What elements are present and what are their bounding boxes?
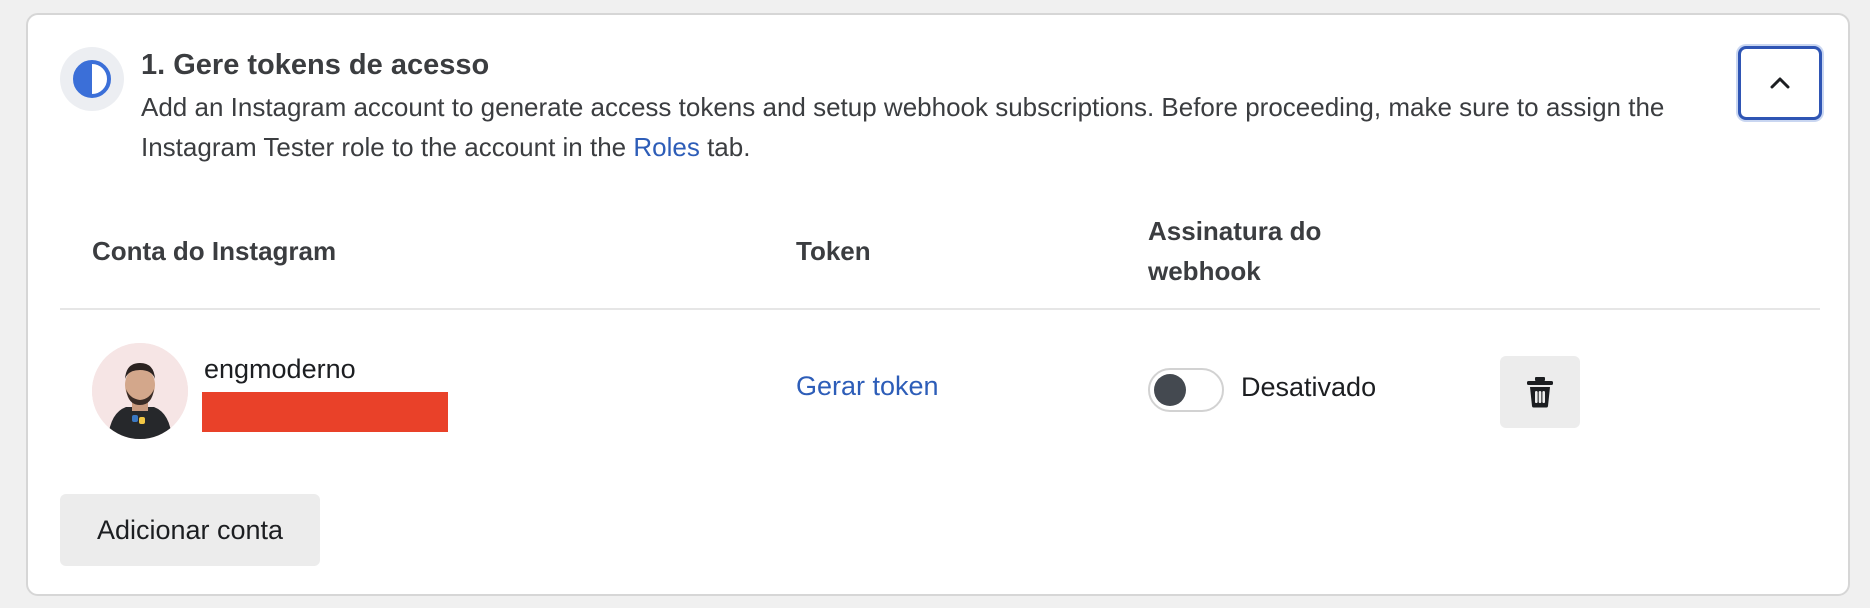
- description-text-start: Add an Instagram account to generate acc…: [141, 92, 1665, 162]
- table-divider: [60, 308, 1820, 310]
- column-header-webhook: Assinatura do webhook: [1148, 216, 1322, 286]
- column-header-account: Conta do Instagram: [92, 236, 337, 266]
- column-header-token: Token: [796, 236, 871, 266]
- description-text-end: tab.: [699, 132, 751, 162]
- generate-token-link[interactable]: Gerar token: [796, 371, 939, 402]
- toggle-knob: [1154, 374, 1186, 406]
- avatar: [92, 343, 188, 439]
- webhook-toggle[interactable]: [1148, 368, 1224, 412]
- half-circle-progress-icon: [60, 47, 124, 111]
- access-tokens-card: 1. Gere tokens de acesso Add an Instagra…: [26, 13, 1850, 596]
- redacted-account-id: [202, 392, 448, 432]
- chevron-up-icon: [1770, 77, 1790, 89]
- collapse-button[interactable]: [1738, 46, 1822, 120]
- add-account-button[interactable]: Adicionar conta: [60, 494, 320, 566]
- delete-account-button[interactable]: [1500, 356, 1580, 428]
- roles-link[interactable]: Roles: [633, 132, 699, 162]
- step-description: Add an Instagram account to generate acc…: [141, 87, 1721, 167]
- step-title: 1. Gere tokens de acesso: [141, 49, 490, 81]
- account-username: engmoderno: [204, 354, 356, 384]
- trash-icon: [1527, 377, 1553, 408]
- webhook-status-label: Desativado: [1241, 372, 1377, 402]
